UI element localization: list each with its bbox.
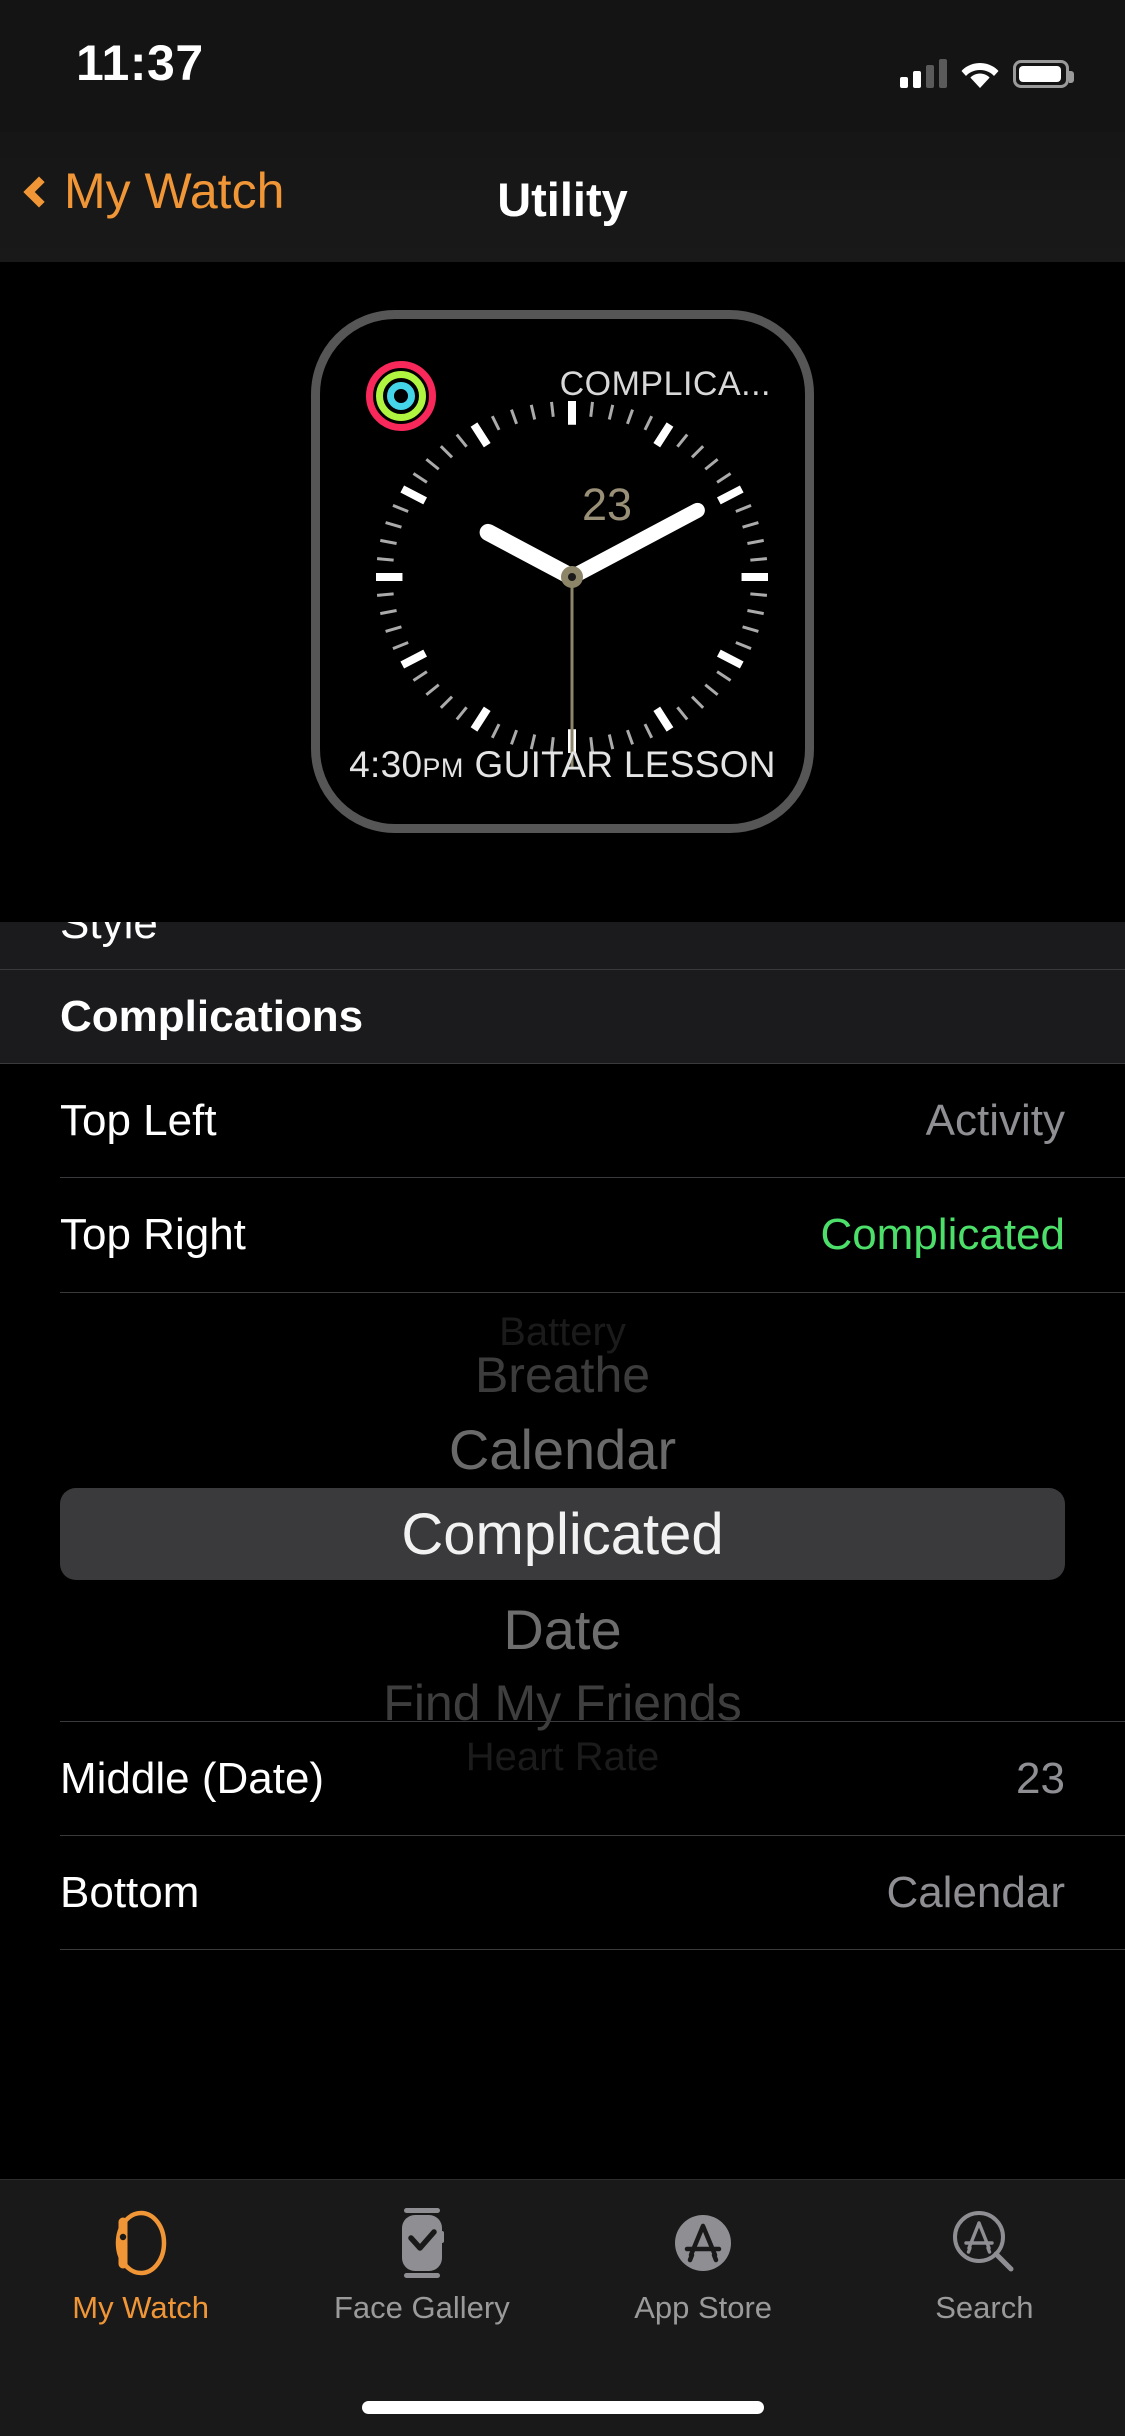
row-middle-date[interactable]: Middle (Date) 23 [0, 1722, 1125, 1836]
tab-bar: My Watch Face Gallery App Store Search [0, 2179, 1125, 2436]
app-store-icon [668, 2204, 738, 2282]
app-store-search-icon [947, 2204, 1021, 2282]
bottom-complication-ampm: PM [422, 753, 464, 783]
picker-item[interactable]: Date [0, 1597, 1125, 1662]
row-label: Top Right [60, 1210, 246, 1259]
picker-selected-item[interactable]: Complicated [60, 1488, 1065, 1580]
style-row-label: Style [60, 922, 158, 948]
watch-dial [360, 387, 784, 767]
row-value: Activity [925, 1096, 1065, 1145]
home-indicator[interactable] [361, 2401, 764, 2414]
tab-label: My Watch [72, 2290, 209, 2325]
tab-my-watch[interactable]: My Watch [0, 2180, 281, 2360]
date-complication-preview[interactable]: 23 [582, 479, 632, 531]
navigation-bar: My Watch Utility [0, 132, 1125, 262]
tab-label: App Store [634, 2290, 773, 2325]
complications-header-row: Complications [0, 970, 1125, 1064]
bottom-complication-preview[interactable]: 4:30PM GUITAR LESSON [320, 744, 805, 786]
tab-label: Face Gallery [334, 2290, 510, 2325]
status-bar-time: 11:37 [76, 35, 204, 91]
cellular-bars-icon [900, 58, 947, 88]
row-bottom[interactable]: Bottom Calendar [0, 1836, 1125, 1950]
row-label: Bottom [60, 1868, 200, 1917]
tab-search[interactable]: Search [844, 2180, 1125, 2360]
row-label: Top Left [60, 1096, 217, 1145]
picker-item[interactable]: Calendar [0, 1417, 1125, 1482]
tab-app-store[interactable]: App Store [563, 2180, 844, 2360]
row-value: Complicated [820, 1210, 1065, 1259]
status-bar: 11:37 [0, 0, 1125, 132]
battery-icon [1013, 60, 1074, 88]
bottom-complication-text: GUITAR LESSON [474, 744, 776, 785]
watch-face-icon [391, 2204, 453, 2282]
status-bar-indicators [900, 46, 1074, 88]
row-value: Calendar [886, 1868, 1065, 1917]
tab-face-gallery[interactable]: Face Gallery [281, 2180, 562, 2360]
bottom-complication-time: 4:30 [349, 744, 423, 785]
wifi-icon [960, 58, 1000, 88]
row-label: Middle (Date) [60, 1754, 325, 1803]
watch-body: COMPLICA... 23 4:30PM GUITAR LESSON [311, 310, 814, 833]
picker-selected-label: Complicated [401, 1501, 724, 1567]
style-row[interactable]: Style [0, 922, 1125, 970]
watch-face-preview: COMPLICA... 23 4:30PM GUITAR LESSON [0, 262, 1125, 922]
row-top-left[interactable]: Top Left Activity [0, 1064, 1125, 1178]
watch-outline-icon [110, 2204, 172, 2282]
page-title: Utility [497, 173, 628, 226]
complications-header-label: Complications [60, 992, 364, 1041]
settings-list: Style Complications Top Left Activity To… [0, 922, 1125, 1950]
tab-label: Search [935, 2290, 1034, 2325]
iphone-screen: 11:37 My Watch Utility COMPLICA... 23 4:… [0, 0, 1125, 2436]
row-top-right[interactable]: Top Right Complicated [0, 1178, 1125, 1292]
complication-picker[interactable]: Battery Breathe Calendar Complicated Dat… [0, 1292, 1125, 1779]
row-value: 23 [1016, 1754, 1065, 1803]
picker-item[interactable]: Breathe [0, 1346, 1125, 1404]
